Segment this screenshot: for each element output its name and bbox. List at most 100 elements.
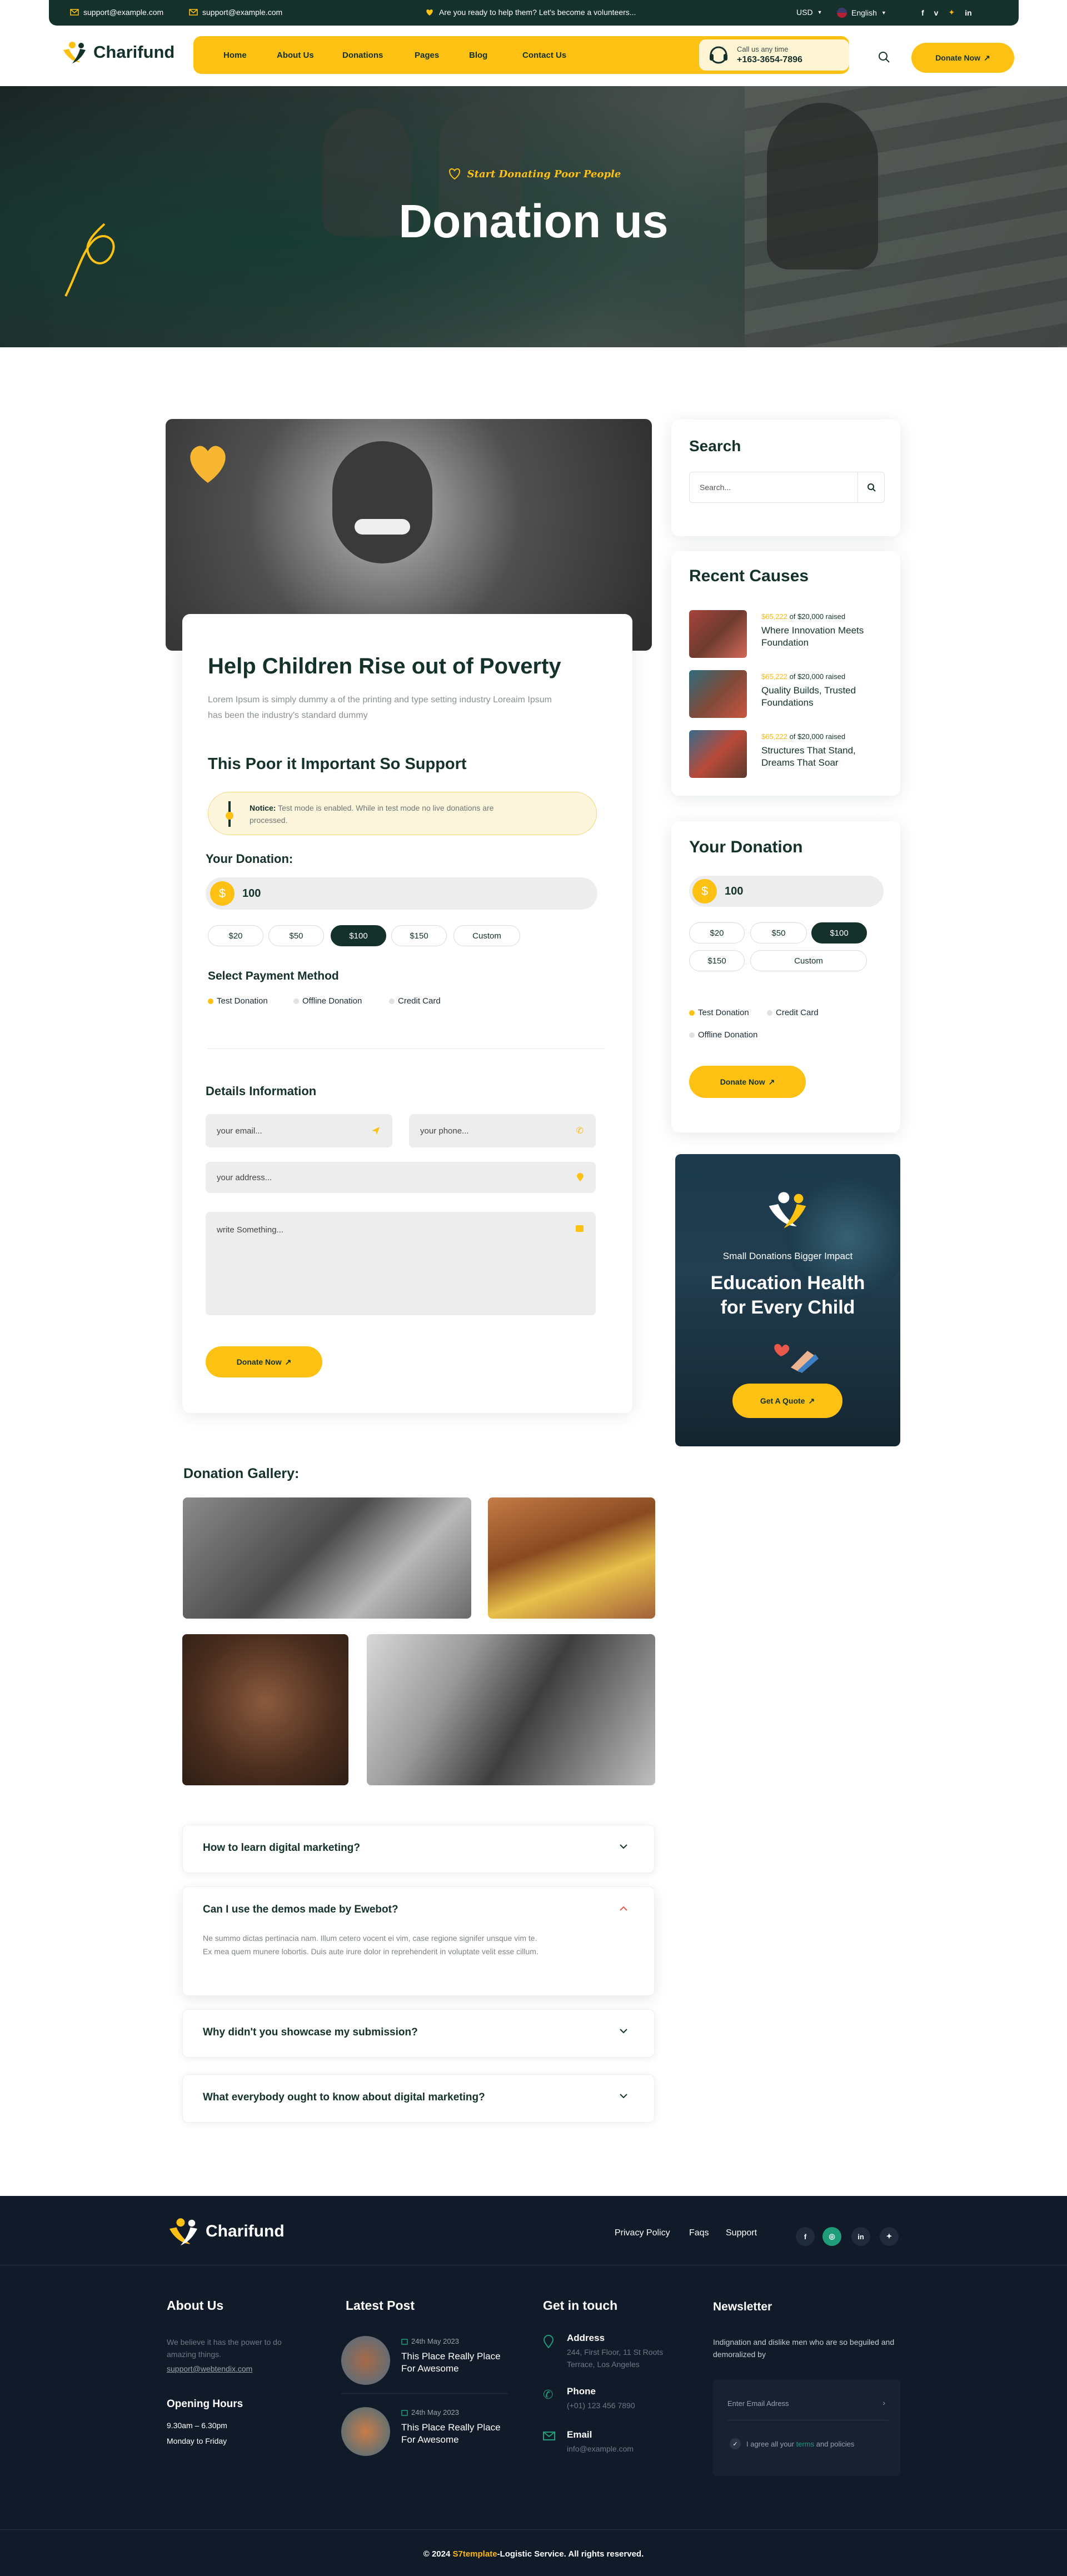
- payment-option-offline[interactable]: Offline Donation: [293, 996, 362, 1006]
- amount-option-custom[interactable]: Custom: [453, 925, 520, 946]
- nav-contact-us[interactable]: Contact Us: [522, 51, 566, 60]
- arrow-up-right-icon: ↗: [285, 1357, 292, 1366]
- nav-blog[interactable]: Blog: [469, 51, 487, 60]
- nav-pages[interactable]: Pages: [415, 51, 439, 60]
- footer-hours-days: Monday to Friday: [167, 2437, 227, 2445]
- copyright-suffix: -Logistic Service. All rights reserved.: [497, 2549, 644, 2559]
- footer-about-title: About Us: [167, 2298, 224, 2313]
- linkedin-icon[interactable]: in: [851, 2227, 870, 2246]
- amount-option-150[interactable]: $150: [391, 925, 447, 946]
- footer-post[interactable]: 24th May 2023 This Place Really Place Fo…: [341, 2406, 508, 2459]
- search-icon[interactable]: [878, 51, 890, 63]
- sidebar-donate-button[interactable]: Donate Now ↗: [689, 1066, 806, 1098]
- cause-title-link[interactable]: Structures That Stand, Dreams That Soar: [761, 745, 884, 769]
- faq-item[interactable]: How to learn digital marketing?: [182, 1825, 655, 1873]
- chevron-up-icon: [620, 1906, 627, 1911]
- payment-option-card-label: Credit Card: [398, 996, 441, 1006]
- radio-icon: [767, 1010, 772, 1016]
- sidebar-payment-test-label: Test Donation: [698, 1008, 749, 1017]
- newsletter-box: Enter Email Adress › ✓ I agree all your …: [713, 2379, 900, 2476]
- faq-item-open[interactable]: Can I use the demos made by Ewebot? Ne s…: [182, 1886, 655, 1996]
- cause-raised: $65,222: [761, 612, 787, 621]
- footer-hours-title: Opening Hours: [167, 2398, 243, 2410]
- hero-banner: Start Donating Poor People Donation us: [0, 86, 1067, 347]
- terms-link[interactable]: terms: [796, 2440, 815, 2448]
- gallery-image-3[interactable]: [182, 1634, 348, 1785]
- phone-field[interactable]: your phone... ✆: [409, 1114, 596, 1147]
- nav-about-us[interactable]: About Us: [277, 51, 314, 60]
- recent-cause-item[interactable]: $65,222 of $20,000 raised Structures Tha…: [689, 730, 884, 780]
- cause-raised: $65,222: [761, 672, 787, 681]
- facebook-icon[interactable]: f: [921, 8, 924, 17]
- newsletter-email-input[interactable]: Enter Email Adress ›: [727, 2389, 889, 2420]
- payment-option-card[interactable]: Credit Card: [389, 996, 441, 1006]
- footer-phone[interactable]: (+01) 123 456 7890: [567, 2399, 635, 2412]
- footer-about-email[interactable]: support@webtendix.com: [167, 2363, 252, 2375]
- copyright-brand[interactable]: S7template: [453, 2549, 497, 2559]
- language-select[interactable]: English ▼: [837, 8, 886, 18]
- footer-link-faqs[interactable]: Faqs: [689, 2228, 709, 2238]
- footer-link-support[interactable]: Support: [726, 2228, 757, 2238]
- footer-post[interactable]: 24th May 2023 This Place Really Place Fo…: [341, 2335, 508, 2388]
- gallery-image-1[interactable]: [183, 1497, 471, 1619]
- donation-amount-input[interactable]: $ 100: [206, 877, 597, 910]
- heart-hand-icon: [769, 1340, 819, 1373]
- recent-cause-thumb: [689, 610, 747, 658]
- gallery-image-2[interactable]: [488, 1497, 655, 1619]
- footer-link-privacy[interactable]: Privacy Policy: [615, 2228, 670, 2238]
- amount-option-100[interactable]: $100: [331, 925, 386, 946]
- call-box[interactable]: Call us any time +163-3654-7896: [699, 39, 849, 71]
- cause-title-link[interactable]: Quality Builds, Trusted Foundations: [761, 685, 884, 709]
- gallery-image-4[interactable]: [367, 1634, 655, 1785]
- email-field[interactable]: your email...: [206, 1114, 392, 1147]
- twitter-icon[interactable]: ✦: [948, 8, 955, 17]
- sidebar-amount-100[interactable]: $100: [811, 922, 867, 943]
- address-field[interactable]: your address...: [206, 1162, 596, 1193]
- sidebar-payment-offline[interactable]: Offline Donation: [689, 1030, 757, 1040]
- agree-suffix: and policies: [816, 2439, 855, 2448]
- topbar-email-1[interactable]: support@example.com: [70, 8, 163, 17]
- sidebar-payment-card[interactable]: Credit Card: [767, 1008, 819, 1017]
- get-quote-button[interactable]: Get A Quote ↗: [732, 1384, 842, 1418]
- cause-title-link[interactable]: Where Innovation Meets Foundation: [761, 625, 884, 649]
- sidebar-amount-custom[interactable]: Custom: [750, 950, 867, 971]
- sidebar-amount-150[interactable]: $150: [689, 950, 745, 971]
- currency-select[interactable]: USD ▼: [796, 8, 822, 17]
- vimeo-icon[interactable]: v: [934, 8, 939, 17]
- agree-checkbox[interactable]: ✓ I agree all your terms and policies: [730, 2438, 854, 2449]
- footer-address-label: Address: [567, 2333, 605, 2343]
- payment-option-test[interactable]: Test Donation: [208, 996, 268, 1006]
- form-donate-button[interactable]: Donate Now ↗: [206, 1346, 322, 1377]
- chevron-down-icon: ▼: [881, 10, 886, 16]
- check-icon: ✓: [730, 2438, 741, 2449]
- sidebar-search-input[interactable]: Search...: [689, 472, 885, 503]
- currency-symbol: $: [210, 881, 235, 906]
- faq-answer: Ne summo dictas pertinacia nam. Illum ce…: [203, 1934, 539, 1956]
- sidebar-payment-test[interactable]: Test Donation: [689, 1008, 749, 1017]
- site-logo[interactable]: Charifund: [61, 40, 174, 64]
- location-icon: [577, 1173, 584, 1182]
- linkedin-icon[interactable]: in: [965, 8, 971, 17]
- facebook-icon[interactable]: f: [796, 2227, 815, 2246]
- message-field[interactable]: write Something...: [206, 1212, 596, 1315]
- nav-home[interactable]: Home: [223, 51, 247, 60]
- sidebar-amount-input[interactable]: $ 100: [689, 876, 884, 907]
- search-submit-button[interactable]: [857, 472, 884, 502]
- footer-email[interactable]: info@example.com: [567, 2443, 634, 2455]
- faq-item[interactable]: Why didn't you showcase my submission?: [182, 2009, 655, 2058]
- header-donate-button[interactable]: Donate Now ↗: [911, 43, 1014, 73]
- amount-option-50[interactable]: $50: [268, 925, 324, 946]
- sidebar-amount-20[interactable]: $20: [689, 922, 745, 943]
- sidebar-amount-50[interactable]: $50: [750, 922, 807, 943]
- amount-option-20[interactable]: $20: [208, 925, 263, 946]
- message-placeholder: write Something...: [217, 1225, 284, 1235]
- topbar-email-2[interactable]: support@example.com: [189, 8, 282, 17]
- recent-cause-item[interactable]: $65,222 of $20,000 raised Where Innovati…: [689, 610, 884, 660]
- footer-logo[interactable]: Charifund: [167, 2216, 285, 2247]
- nav-donations[interactable]: Donations: [342, 51, 383, 60]
- faq-item[interactable]: What everybody ought to know about digit…: [182, 2074, 655, 2123]
- recent-cause-item[interactable]: $65,222 of $20,000 raised Quality Builds…: [689, 670, 884, 720]
- twitter-icon[interactable]: ✦: [880, 2227, 899, 2246]
- arrow-right-icon[interactable]: ›: [882, 2398, 885, 2407]
- instagram-icon[interactable]: ◎: [822, 2227, 841, 2246]
